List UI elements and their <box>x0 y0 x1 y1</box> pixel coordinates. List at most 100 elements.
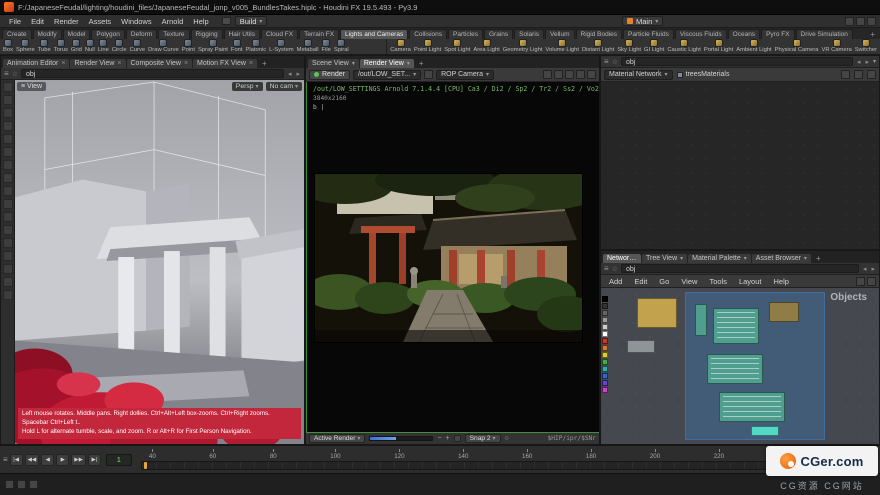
material-network-canvas[interactable] <box>601 82 879 249</box>
shelf-tool[interactable]: Volume Light <box>545 39 579 53</box>
play-button[interactable]: ▶ <box>56 454 69 466</box>
render-display[interactable]: /out/LOW_SETTINGS Arnold 7.1.4.4 [CPU] C… <box>306 82 599 433</box>
history-back-icon[interactable]: ◂ <box>287 70 293 78</box>
render-button[interactable]: Render <box>309 70 350 80</box>
pane-tab[interactable]: Render View × <box>70 59 125 68</box>
palette-swatch[interactable] <box>602 359 608 365</box>
viewport-tool-icon[interactable] <box>3 160 13 170</box>
pin-icon[interactable] <box>867 277 876 286</box>
viewport-tool-icon[interactable] <box>3 147 13 157</box>
history-forward-icon[interactable]: ▸ <box>295 70 301 78</box>
viewport-tool-icon[interactable] <box>3 82 13 92</box>
desktop-selector[interactable]: Build ▾ <box>235 16 268 26</box>
shelf-tool[interactable]: Box <box>3 39 13 53</box>
network-menu-item[interactable]: Layout <box>734 277 767 286</box>
cook-indicator-icon[interactable] <box>29 480 38 489</box>
palette-swatch[interactable] <box>602 380 608 386</box>
network-node[interactable] <box>707 354 763 384</box>
shelf-tool[interactable]: Circle <box>112 39 127 53</box>
pane-tab-active[interactable]: Render View▾ <box>360 59 414 68</box>
shelf-tab[interactable]: Collisions <box>409 29 447 39</box>
shelf-tool[interactable]: Switcher <box>855 39 877 53</box>
pane-tab-active[interactable]: Network View <box>603 254 641 263</box>
play-reverse-button[interactable]: ◀ <box>41 454 54 466</box>
shelf-tab[interactable]: Cloud FX <box>261 29 298 39</box>
viewport[interactable]: ≡ View Persp▾ No cam▾ Left mouse rotates… <box>15 80 304 444</box>
clock-icon[interactable]: ○ <box>505 435 509 442</box>
step-forward-button[interactable]: ▶▶ <box>71 454 86 466</box>
viewport-tool-icon[interactable] <box>3 251 13 261</box>
help-icon[interactable] <box>867 17 876 26</box>
pane-tab[interactable]: Motion FX View × <box>193 59 257 68</box>
viewport-tool-icon[interactable] <box>3 121 13 131</box>
history-back-icon[interactable]: ◂ <box>856 58 862 66</box>
magnifier-icon[interactable] <box>576 70 585 79</box>
step-back-button[interactable]: ◀◀ <box>25 454 40 466</box>
shelf-tool[interactable]: Point <box>182 39 195 53</box>
shelf-tab[interactable]: Oceans <box>728 29 760 39</box>
path-field[interactable]: obj <box>21 69 284 78</box>
pane-tab[interactable]: Scene View▾ <box>308 59 359 68</box>
render-camera-selector[interactable]: ROP Camera▾ <box>436 70 494 80</box>
shelf-tool[interactable]: Sky Light <box>617 39 641 53</box>
region-icon[interactable] <box>543 70 552 79</box>
menu-item[interactable]: File <box>4 17 26 26</box>
viewport-tool-icon[interactable] <box>3 277 13 287</box>
shelf-tool[interactable]: Metaball <box>297 39 319 53</box>
shelf-tool[interactable]: Platonic <box>246 39 267 53</box>
palette-swatch[interactable] <box>602 338 608 344</box>
shelf-tool[interactable]: Torus <box>54 39 68 53</box>
viewport-tool-icon[interactable] <box>3 225 13 235</box>
palette-swatch[interactable] <box>602 345 608 351</box>
settings-icon[interactable] <box>856 17 865 26</box>
shelf-tool[interactable]: Spot Light <box>444 39 470 53</box>
shelf-tool[interactable]: Caustic Light <box>667 39 701 53</box>
current-frame-marker[interactable] <box>144 462 147 469</box>
menu-item[interactable]: Help <box>188 17 213 26</box>
shelf-tool[interactable]: Area Light <box>473 39 499 53</box>
network-node[interactable] <box>713 308 759 344</box>
shelf-tab[interactable]: Texture <box>158 29 189 39</box>
shelf-tool[interactable]: Sphere <box>16 39 35 53</box>
viewport-tool-icon[interactable] <box>3 264 13 274</box>
viewport-tool-icon[interactable] <box>3 108 13 118</box>
viewport-tool-icon[interactable] <box>3 290 13 300</box>
camera-icon[interactable] <box>856 277 865 286</box>
message-log-icon[interactable] <box>5 480 14 489</box>
close-icon[interactable]: × <box>117 60 121 67</box>
zoom-in-icon[interactable]: + <box>446 435 450 442</box>
shelf-tool[interactable]: Line <box>98 39 109 53</box>
add-pane-tab-icon[interactable]: + <box>416 59 427 68</box>
menu-item[interactable]: Edit <box>26 17 49 26</box>
shelf-tab[interactable]: Polygon <box>91 29 125 39</box>
menu-item[interactable]: Windows <box>116 17 156 26</box>
shelf-tab[interactable]: Model <box>63 29 91 39</box>
palette-swatch[interactable] <box>602 324 608 330</box>
shelf-tab[interactable]: Rigging <box>191 29 223 39</box>
shelf-tab[interactable]: Terrain FX <box>299 29 339 39</box>
history-forward-icon[interactable]: ▸ <box>864 58 870 66</box>
current-frame-field[interactable]: 1 <box>106 454 132 466</box>
palette-swatch[interactable] <box>602 352 608 358</box>
aov-icon[interactable] <box>565 70 574 79</box>
hamburger-icon[interactable]: ≡ <box>604 264 609 273</box>
network-node[interactable] <box>695 304 707 336</box>
rop-selector[interactable]: /out/LOW_SET...▾ <box>353 70 421 80</box>
pin-icon[interactable]: ☆ <box>612 265 618 273</box>
shelf-tab[interactable]: Pyro FX <box>761 29 794 39</box>
path-field[interactable]: obj <box>621 57 853 66</box>
palette-swatch[interactable] <box>602 310 608 316</box>
shelf-tool[interactable]: File <box>322 39 331 53</box>
shelf-tool[interactable]: Font <box>231 39 243 53</box>
pane-tab[interactable]: Asset Browser▾ <box>752 254 811 263</box>
viewport-tool-icon[interactable] <box>3 173 13 183</box>
shelf-tool[interactable]: Geometry Light <box>503 39 543 53</box>
shelf-tab[interactable]: Deform <box>126 29 157 39</box>
viewport-menu[interactable]: ≡ View <box>17 82 46 91</box>
close-icon[interactable]: × <box>249 60 253 67</box>
hamburger-icon[interactable]: ≡ <box>4 69 9 78</box>
shelf-tab[interactable]: Modify <box>33 29 62 39</box>
history-forward-icon[interactable]: ▸ <box>870 265 876 273</box>
snapshot-icon[interactable] <box>554 70 563 79</box>
viewport-tool-icon[interactable] <box>3 186 13 196</box>
